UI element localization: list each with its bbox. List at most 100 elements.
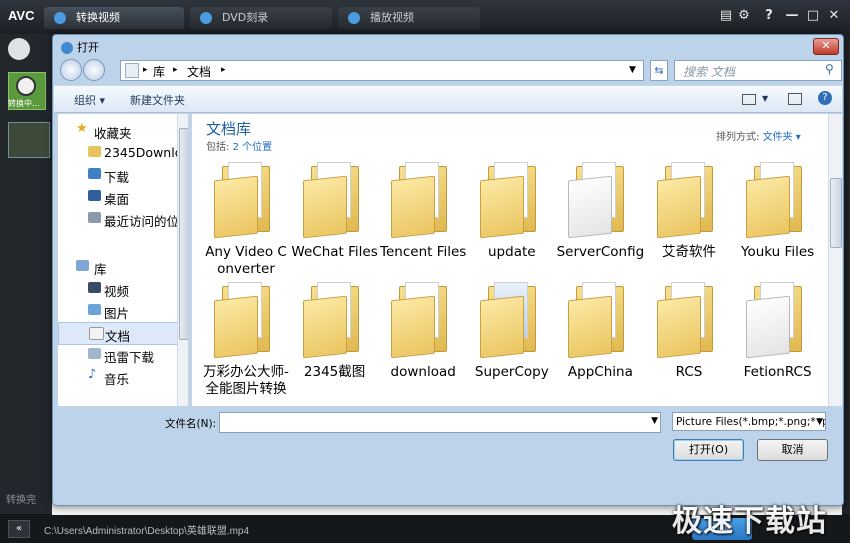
nav-item-pictures[interactable]: 图片 <box>58 300 178 321</box>
help-button[interactable]: ? <box>761 8 777 23</box>
maximize-button[interactable]: □ <box>805 8 821 23</box>
folder-label: Youku Files <box>741 244 815 260</box>
file-list-scrollbar[interactable] <box>828 114 842 406</box>
address-bar[interactable]: ▸ 库 ▸ 文档 ▸ ▼ <box>120 60 644 81</box>
folder-label: update <box>488 244 536 260</box>
nav-label: 桌面 <box>104 192 130 207</box>
gear-icon[interactable]: ⚙ <box>736 8 752 23</box>
folder-front-icon <box>302 295 347 359</box>
folder-item[interactable]: Any Video Converter <box>202 162 290 280</box>
folder-label: WeChat Files <box>291 244 378 260</box>
back-button[interactable] <box>60 59 82 81</box>
folder-front-icon <box>657 175 701 239</box>
desktop-icon <box>88 190 101 201</box>
nav-favorites[interactable]: ★ 收藏夹 <box>58 120 178 141</box>
search-placeholder: 搜索 文档 <box>683 65 735 79</box>
nav-scrollbar[interactable] <box>177 114 188 406</box>
forward-button[interactable] <box>83 59 105 81</box>
breadcrumb-documents[interactable]: 文档 <box>187 63 211 80</box>
video-thumbnail[interactable] <box>8 122 50 158</box>
watermark-text: 极速下载站 <box>672 504 827 539</box>
folder-label: 2345截图 <box>303 364 366 380</box>
tab-convert-video[interactable]: 转换视频 <box>44 7 184 29</box>
folder-front-icon <box>568 175 613 239</box>
preview-pane-icon[interactable] <box>788 93 802 105</box>
nav-label: 视频 <box>104 284 130 299</box>
scroll-thumb[interactable] <box>179 128 188 340</box>
nav-item-recent[interactable]: 最近访问的位 <box>58 208 179 229</box>
folder-icon <box>88 146 101 157</box>
nav-item-xunlei[interactable]: 迅雷下载 <box>58 344 178 365</box>
nav-item-downloads[interactable]: 下载 <box>58 164 178 185</box>
folder-item[interactable]: update <box>468 162 556 280</box>
search-icon[interactable]: ⚲ <box>825 62 834 76</box>
folder-item[interactable]: ServerConfig <box>556 162 644 280</box>
open-button[interactable]: 打开(O) <box>673 439 744 461</box>
nav-label: 图片 <box>104 306 130 321</box>
filename-input[interactable]: ▼ <box>219 412 661 433</box>
app-logo: AVC <box>8 8 35 23</box>
folder-front-icon <box>657 295 701 359</box>
refresh-icon[interactable]: ⇆ <box>650 60 668 81</box>
open-file-dialog: 打开 ✕ ▸ 库 ▸ 文档 ▸ ▼ ⇆ 搜索 文档 ⚲ 组织 ▾ 新建文件夹 ▼… <box>52 34 844 506</box>
search-input[interactable]: 搜索 文档 ⚲ <box>674 60 842 81</box>
folder-item[interactable]: AppChina <box>556 282 644 400</box>
library-icon <box>88 348 101 359</box>
double-left-chevron-icon[interactable]: « <box>8 520 30 538</box>
folder-front-icon <box>745 295 790 359</box>
folder-item[interactable]: Tencent Files <box>379 162 467 280</box>
folder-item[interactable]: 艾奇软件 <box>645 162 733 280</box>
chevron-down-icon[interactable]: ▼ <box>651 416 658 426</box>
folder-label: Any Video Converter <box>205 244 287 277</box>
open-folder-icon <box>61 42 73 54</box>
folder-item[interactable]: SuperCopy <box>468 282 556 400</box>
nav-item-documents[interactable]: 文档 <box>58 322 180 345</box>
scroll-thumb[interactable] <box>830 178 842 248</box>
close-button[interactable]: ✕ <box>826 8 842 23</box>
nav-item-2345download[interactable]: 2345Downlo <box>58 142 182 163</box>
chevron-down-icon[interactable]: ▼ <box>816 413 823 430</box>
folder-item[interactable]: WeChat Files <box>291 162 379 280</box>
nav-item-videos[interactable]: 视频 <box>58 278 178 299</box>
address-dropdown-icon[interactable]: ▼ <box>629 65 636 75</box>
folder-item[interactable]: Youku Files <box>734 162 822 280</box>
file-type-select[interactable]: Picture Files(*.bmp;*.png;*.jp ▼ <box>672 412 826 431</box>
tab-dvd-burn[interactable]: DVD刻录 <box>190 7 332 29</box>
convert-icon <box>54 12 66 24</box>
breadcrumb-library[interactable]: 库 <box>153 63 165 80</box>
nav-libraries[interactable]: 库 <box>58 256 178 277</box>
new-folder-button[interactable]: 新建文件夹 <box>130 92 185 108</box>
converted-label: 转换完 <box>6 495 36 506</box>
organize-menu[interactable]: 组织 ▾ <box>74 92 105 108</box>
locations-link[interactable]: 2 个位置 <box>233 142 273 153</box>
recent-places-icon <box>88 212 101 223</box>
minimize-button[interactable]: — <box>784 8 800 23</box>
folder-item[interactable]: 2345截图 <box>291 282 379 400</box>
view-mode-icon[interactable] <box>742 94 756 105</box>
add-video-icon[interactable] <box>8 38 30 60</box>
library-icon <box>76 260 89 271</box>
folder-label: SuperCopy <box>474 364 549 380</box>
folder-item[interactable]: 万彩办公大师-全能图片转换 <box>202 282 290 400</box>
play-icon <box>348 12 360 24</box>
folder-front-icon <box>391 295 436 359</box>
library-title: 文档库 <box>206 120 252 138</box>
help-icon[interactable]: ? <box>818 91 832 105</box>
dialog-cancel-button[interactable]: 取消 <box>757 439 828 461</box>
nav-item-music[interactable]: ♪ 音乐 <box>58 366 178 387</box>
task-sidebar: 转换中... <box>0 34 52 514</box>
arrange-dropdown[interactable]: 文件夹 ▾ <box>763 132 801 143</box>
arrange-by: 排列方式: 文件夹 ▾ <box>716 128 801 143</box>
dialog-close-button[interactable]: ✕ <box>813 38 839 55</box>
settings-list-icon[interactable]: ▤ <box>718 8 734 23</box>
folder-item[interactable]: RCS <box>645 282 733 400</box>
folder-item[interactable]: download <box>379 282 467 400</box>
nav-label: 下载 <box>104 170 130 185</box>
view-dropdown-icon[interactable]: ▼ <box>762 94 768 103</box>
nav-item-desktop[interactable]: 桌面 <box>58 186 178 207</box>
folder-item[interactable]: FetionRCS <box>734 282 822 400</box>
navigation-pane: ★ 收藏夹 2345Downlo 下载 桌面 最近访问的位 库 视频 图片 文档… <box>57 113 189 407</box>
tab-play-video[interactable]: 播放视频 <box>338 7 480 29</box>
filename-label: 文件名(N): <box>165 418 217 430</box>
folder-front-icon <box>391 175 436 239</box>
